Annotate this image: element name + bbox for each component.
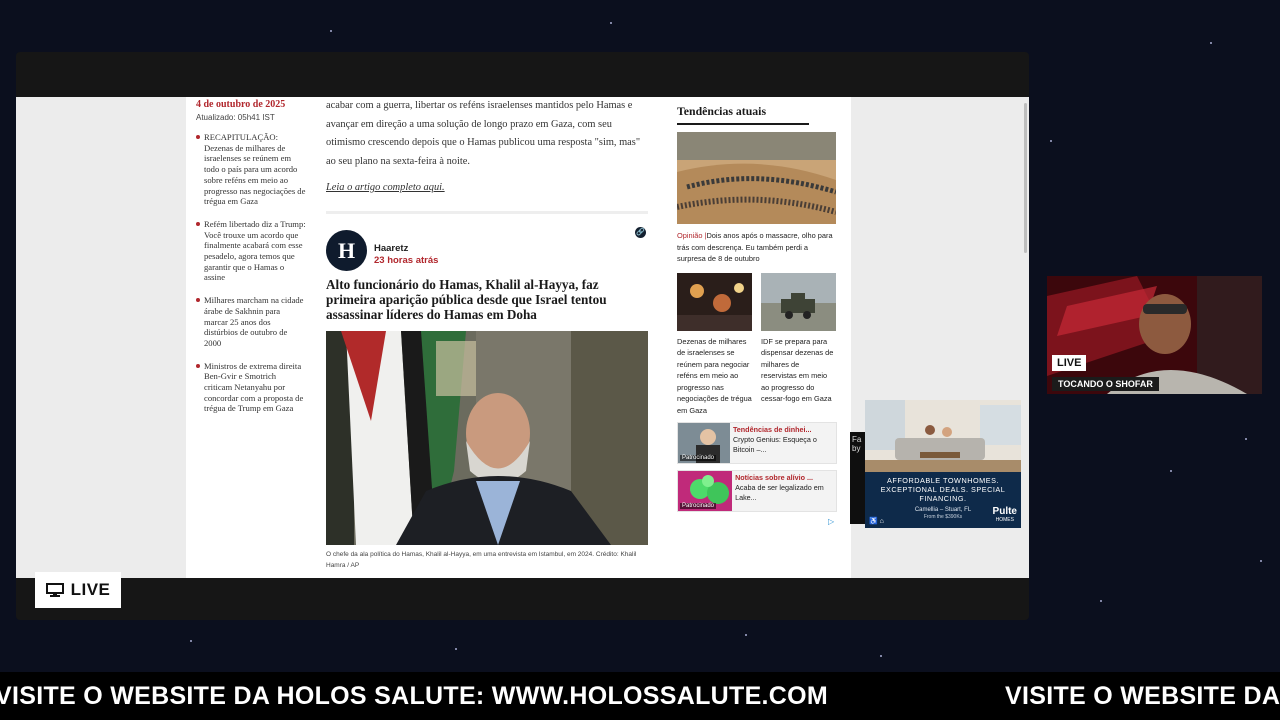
post-header: H Haaretz 23 horas atrás 🔗 [326,227,648,275]
monitor-icon [45,583,64,597]
bullet-icon [196,363,200,368]
trending-item[interactable]: IDF se prepara para dispensar dezenas de… [761,272,836,417]
bullet-icon [196,298,200,303]
sponsored-item[interactable]: Patrocinado Tendências de dinhei... Crypt… [677,422,837,464]
cam-live-badge: LIVE [1052,355,1087,371]
article-photo[interactable] [326,330,648,545]
post-source[interactable]: Haaretz [374,243,408,254]
bullet-icon [196,135,200,139]
sponsored-item[interactable]: Patrocinado Notícias sobre alívio ... Aca… [677,470,837,512]
shared-browser-window: 4 de outubro de 2025 Atualizado: 05h41 I… [16,52,1029,620]
live-blog-sidebar: 4 de outubro de 2025 Atualizado: 05h41 I… [196,97,306,426]
ad-headline: AFFORDABLE TOWNHOMES. EXCEPTIONAL DEALS.… [880,476,1006,503]
live-blog-updated: Atualizado: 05h41 IST [196,113,275,122]
trending-main-text[interactable]: Opinião |Dois anos após o massacre, olho… [677,230,837,265]
ticker-text: VISITE O WEBSITE DA HOLOS SALUTE: WWW.HO… [0,682,829,710]
sponsored-thumb: Patrocinado [678,423,730,463]
sponsored-thumb: Patrocinado [678,471,733,511]
live-label: LIVE [70,580,111,599]
trending-main-image[interactable] [677,132,836,224]
ad-room-image [865,400,1021,472]
webcam-overlay: LIVE TOCANDO O SHOFAR [1047,276,1262,394]
trending-pair: Dezenas de milhares de israelenses se re… [677,272,837,417]
live-badge: LIVE [35,572,121,608]
read-full-article-link[interactable]: Leia o artigo completo aqui. [326,182,648,193]
haaretz-logo-avatar[interactable]: H [326,230,367,271]
news-page: 4 de outubro de 2025 Atualizado: 05h41 I… [186,97,851,578]
link-icon[interactable]: 🔗 [635,227,646,238]
live-blog-item[interactable]: Ministros de extrema direita Ben-Gvir e … [196,361,306,415]
article-column: acabar com a guerra, libertar os reféns … [326,97,648,571]
cam-caption: TOCANDO O SHOFAR [1052,377,1159,391]
pulte-homes-ad[interactable]: AFFORDABLE TOWNHOMES. EXCEPTIONAL DEALS.… [865,400,1021,528]
trending-thumb[interactable] [677,272,752,331]
scrollbar[interactable] [1024,103,1027,253]
accessibility-icon: ♿ ⌂ [869,518,884,525]
trending-item[interactable]: Dezenas de milhares de israelenses se re… [677,272,752,417]
pulte-logo: Pulte HOMES [992,506,1017,524]
trending-sidebar: Tendências atuais Opinião |Dois anos apó… [677,97,837,512]
news-ticker: VISITE O WEBSITE DA HOLOS SALUTE: WWW.HO… [0,672,1280,720]
post-headline[interactable]: Alto funcionário do Hamas, Khalil al-Hay… [326,277,648,323]
post-time: 23 horas atrás [374,255,439,266]
trending-thumb[interactable] [761,272,836,331]
live-blog-item[interactable]: RECAPITULAÇÃO: Dezenas de milhares de is… [196,132,306,207]
live-blog-date: 4 de outubro de 2025 [196,99,286,110]
adchoices-icon[interactable]: ▷ [828,517,834,526]
trending-title: Tendências atuais [677,104,809,125]
web-page-viewport[interactable]: 4 de outubro de 2025 Atualizado: 05h41 I… [16,97,1029,578]
ad-edge: Fa by [850,432,866,524]
article-paragraph: acabar com a guerra, libertar os reféns … [326,100,641,167]
divider [326,211,648,214]
bullet-icon [196,221,200,226]
live-blog-item[interactable]: Refém libertado diz a Trump: Você trouxe… [196,219,306,283]
photo-caption: O chefe da ala política do Hamas, Khalil… [326,550,637,569]
ticker-text-repeat: VISITE O WEBSITE DA HOLOS SALUTE: WWW.HO… [1005,682,1280,710]
live-blog-item[interactable]: Milhares marcham na cidade árabe de Sakh… [196,295,306,349]
